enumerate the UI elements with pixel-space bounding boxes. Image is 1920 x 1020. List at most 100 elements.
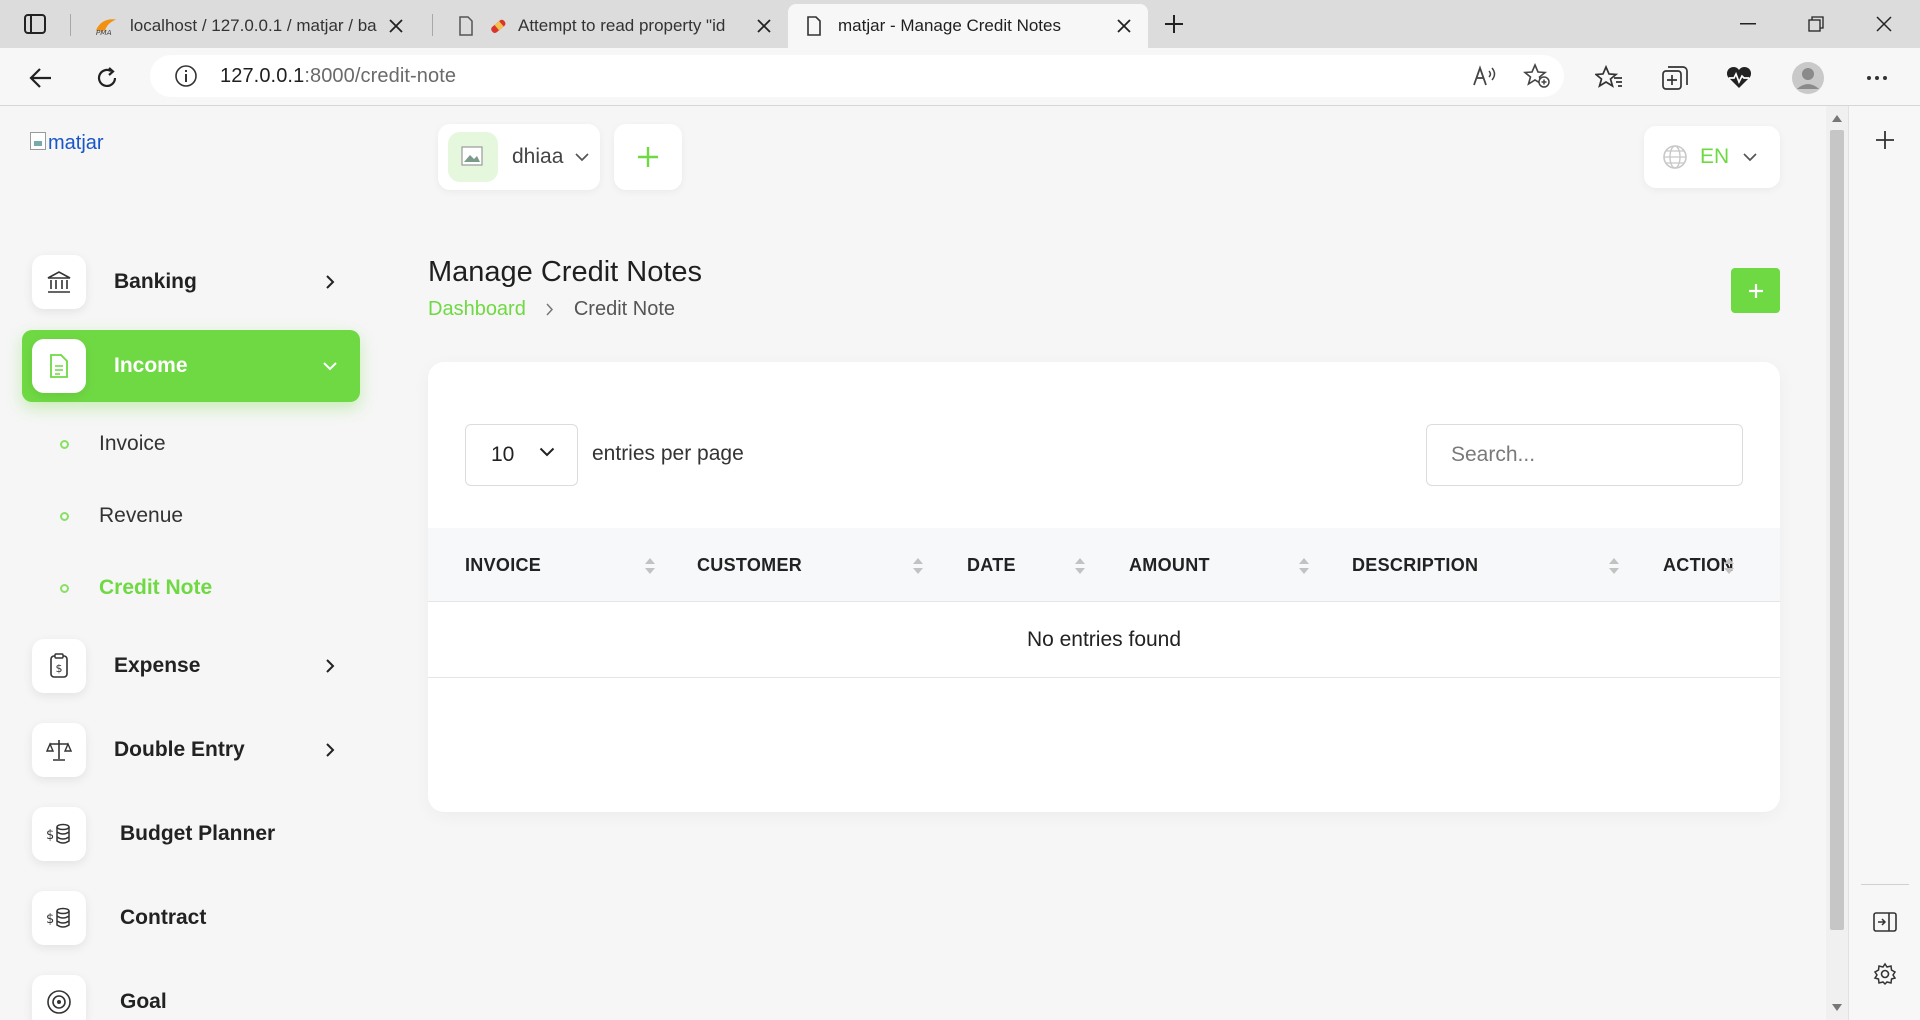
column-header-customer[interactable]: CUSTOMER bbox=[697, 528, 802, 602]
url-text[interactable]: 127.0.0.1:8000/credit-note bbox=[220, 65, 456, 88]
sort-icon[interactable] bbox=[1074, 554, 1086, 578]
reload-icon[interactable] bbox=[90, 61, 124, 95]
sidebar-item-label: Banking bbox=[114, 270, 197, 293]
browser-tab-error[interactable]: Attempt to read property "id bbox=[440, 4, 788, 48]
chevron-right-icon bbox=[546, 303, 554, 316]
column-header-description[interactable]: DESCRIPTION bbox=[1352, 528, 1478, 602]
tab-title: matjar - Manage Credit Notes bbox=[838, 16, 1061, 35]
phpmyadmin-icon: PMA bbox=[94, 14, 118, 38]
tab-title: Attempt to read property "id bbox=[518, 16, 726, 35]
sidebar-subitem-credit-note[interactable]: Credit Note bbox=[60, 568, 212, 608]
scrollbar-thumb[interactable] bbox=[1830, 130, 1844, 930]
sidebar-subitem-label: Credit Note bbox=[99, 576, 213, 599]
add-favorite-icon[interactable] bbox=[1520, 59, 1554, 93]
sidebar-item-goal[interactable]: Goal bbox=[22, 966, 360, 1020]
close-window-icon[interactable] bbox=[1852, 0, 1916, 48]
new-tab-icon[interactable] bbox=[1158, 10, 1190, 38]
svg-text:$: $ bbox=[46, 912, 54, 927]
browser-essentials-icon[interactable] bbox=[1722, 61, 1756, 95]
scroll-down-icon[interactable] bbox=[1831, 1001, 1843, 1013]
breadcrumb-dashboard-link[interactable]: Dashboard bbox=[428, 298, 526, 321]
page-scrollbar[interactable] bbox=[1826, 106, 1848, 1020]
sort-icon[interactable] bbox=[1608, 554, 1620, 578]
column-header-invoice[interactable]: INVOICE bbox=[465, 528, 541, 602]
read-aloud-icon[interactable] bbox=[1468, 59, 1502, 93]
breadcrumb-current: Credit Note bbox=[573, 298, 675, 320]
empty-message: No entries found bbox=[1026, 627, 1182, 651]
language-switcher[interactable]: EN bbox=[1644, 126, 1780, 188]
minimize-icon[interactable] bbox=[1716, 0, 1780, 48]
browser-tab-active[interactable]: matjar - Manage Credit Notes bbox=[788, 4, 1148, 48]
bullet-icon bbox=[60, 583, 69, 593]
address-bar[interactable]: 127.0.0.1:8000/credit-note bbox=[150, 55, 1564, 97]
sidebar-subitem-invoice[interactable]: Invoice bbox=[60, 424, 166, 464]
column-label: DESCRIPTION bbox=[1352, 554, 1479, 575]
sidebar-subitem-revenue[interactable]: Revenue bbox=[60, 496, 183, 536]
svg-text:$: $ bbox=[56, 662, 63, 675]
error-icon bbox=[486, 14, 510, 38]
favorites-icon[interactable] bbox=[1592, 61, 1626, 95]
scroll-up-icon[interactable] bbox=[1831, 112, 1843, 124]
page-title: Manage Credit Notes bbox=[428, 256, 703, 288]
site-info-icon[interactable] bbox=[170, 60, 202, 92]
chevron-right-icon bbox=[318, 654, 342, 678]
sidebar-item-banking[interactable]: Banking bbox=[22, 246, 360, 318]
sidebar-subitem-label: Invoice bbox=[99, 432, 166, 455]
sidebar-item-label: Budget Planner bbox=[120, 822, 276, 845]
collections-icon[interactable] bbox=[1658, 61, 1692, 95]
page-icon bbox=[802, 14, 826, 38]
close-tab-icon[interactable] bbox=[1114, 16, 1134, 36]
globe-icon bbox=[1662, 144, 1688, 170]
hide-sidebar-icon[interactable] bbox=[1869, 906, 1901, 938]
scale-icon bbox=[32, 723, 86, 777]
breadcrumb: Dashboard Credit Note bbox=[428, 298, 675, 321]
tab-separator bbox=[432, 14, 433, 36]
restore-icon[interactable] bbox=[1784, 0, 1848, 48]
sort-icon[interactable] bbox=[1298, 554, 1310, 578]
browser-tabstrip: PMA localhost / 127.0.0.1 / matjar / ba … bbox=[0, 0, 1920, 48]
sidebar-item-budget-planner[interactable]: $ Budget Planner bbox=[22, 798, 360, 870]
table-search-input[interactable] bbox=[1426, 424, 1743, 486]
plus-icon bbox=[1748, 283, 1763, 298]
back-icon[interactable] bbox=[24, 61, 58, 95]
close-tab-icon[interactable] bbox=[386, 16, 406, 36]
more-menu-icon[interactable] bbox=[1860, 61, 1894, 95]
sort-icon[interactable] bbox=[644, 554, 656, 578]
sort-icon[interactable] bbox=[1723, 554, 1735, 578]
bank-icon bbox=[32, 255, 86, 309]
page-content: matjar Banking Income Invoice Revenue Cr… bbox=[0, 106, 1826, 1020]
page-icon bbox=[454, 14, 478, 38]
add-sidebar-app-icon[interactable] bbox=[1869, 124, 1901, 156]
column-header-amount[interactable]: AMOUNT bbox=[1129, 528, 1210, 602]
tab-separator bbox=[70, 14, 71, 36]
sort-icon[interactable] bbox=[912, 554, 924, 578]
column-header-date[interactable]: DATE bbox=[967, 528, 1016, 602]
coins-icon: $ bbox=[32, 807, 86, 861]
per-page-label: entries per page bbox=[592, 442, 744, 465]
language-label: EN bbox=[1700, 145, 1730, 168]
sidebar-item-double-entry[interactable]: Double Entry bbox=[22, 714, 360, 786]
sidebar-item-label: Expense bbox=[114, 654, 201, 677]
coins-icon: $ bbox=[32, 891, 86, 945]
tab-actions-icon[interactable] bbox=[20, 10, 50, 38]
profile-avatar-icon[interactable] bbox=[1790, 60, 1826, 96]
receipt-icon: $ bbox=[32, 639, 86, 693]
bullet-icon bbox=[60, 511, 69, 521]
column-label: AMOUNT bbox=[1129, 554, 1210, 575]
user-menu[interactable]: dhiaa bbox=[438, 124, 600, 190]
settings-gear-icon[interactable] bbox=[1869, 958, 1901, 990]
close-tab-icon[interactable] bbox=[754, 16, 774, 36]
sidebar-item-expense[interactable]: $ Expense bbox=[22, 630, 360, 702]
sidebar-item-income[interactable]: Income bbox=[22, 330, 360, 402]
logo-alt-text: matjar bbox=[48, 132, 104, 154]
sidebar-subitem-label: Revenue bbox=[99, 504, 184, 527]
target-icon bbox=[32, 975, 86, 1020]
quick-add-button[interactable] bbox=[614, 124, 682, 190]
logo[interactable]: matjar bbox=[30, 132, 104, 155]
browser-tab-phpmyadmin[interactable]: PMA localhost / 127.0.0.1 / matjar / ba bbox=[80, 4, 420, 48]
entries-per-page-select[interactable]: 10 bbox=[465, 424, 578, 486]
sidebar-item-contract[interactable]: $ Contract bbox=[22, 882, 360, 954]
chevron-right-icon bbox=[318, 270, 342, 294]
table-empty-row: No entries found bbox=[428, 602, 1780, 678]
create-credit-note-button[interactable] bbox=[1731, 268, 1780, 313]
